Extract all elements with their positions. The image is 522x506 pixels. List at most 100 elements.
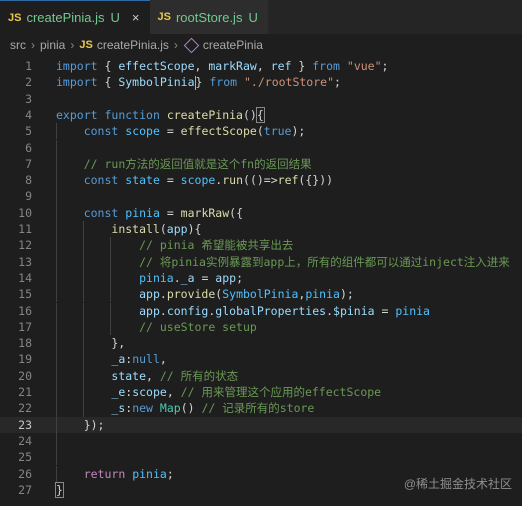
code-token: ()	[180, 401, 202, 416]
code-token: );	[291, 124, 306, 139]
code-token: state	[125, 173, 160, 188]
code-line[interactable]: 19 _a:null,	[0, 351, 522, 368]
code-line[interactable]: 24	[0, 432, 522, 450]
code-line[interactable]: 10 const pinia = markRaw({	[0, 204, 522, 221]
code-line[interactable]: 6	[0, 139, 522, 156]
code-text: _e:scope, // 用来管理这个应用的effectScope	[56, 384, 381, 400]
code-token: run	[222, 173, 244, 188]
code-token: export	[56, 107, 98, 122]
code-line[interactable]: 8 const state = scope.run(()=>ref({}))	[0, 172, 522, 189]
code-token: .	[173, 270, 181, 285]
code-token: pinia	[305, 287, 340, 302]
code-token: app	[166, 222, 188, 236]
breadcrumb-item-src[interactable]: src	[10, 38, 26, 52]
code-line[interactable]: 18 },	[0, 335, 522, 352]
code-text: import { effectScope, markRaw, ref } fro…	[56, 58, 388, 74]
code-text: // pinia 希望能被共享出去	[56, 237, 293, 253]
code-line[interactable]: 25	[0, 449, 522, 466]
code-line[interactable]: 2 import { SymbolPinia} from "./rootStore…	[0, 74, 522, 90]
code-token: effectScope	[180, 124, 257, 139]
code-token: {	[97, 59, 119, 73]
code-line[interactable]: 15 app.provide(SymbolPinia,pinia);	[0, 286, 522, 303]
code-token: ({	[229, 205, 243, 220]
code-token: ref	[277, 173, 299, 188]
line-number: 15	[18, 287, 32, 302]
code-text: // run方法的返回值就是这个fn的返回结果	[56, 156, 312, 172]
code-line[interactable]: 16 app.config.globalProperties.$pinia = …	[0, 302, 522, 319]
code-line[interactable]: 13 // 将pinia实例暴露到app上，所有的组件都可以通过inject注入…	[0, 253, 522, 270]
code-token: from	[312, 59, 340, 73]
code-token: Map	[159, 401, 181, 416]
code-token: "./rootStore"	[244, 75, 335, 90]
code-token: // 记录所有的store	[201, 401, 315, 416]
code-text: // 将pinia实例暴露到app上，所有的组件都可以通过inject注入进来	[56, 254, 510, 270]
code-token: globalProperties	[215, 303, 327, 318]
code-line[interactable]: 1 import { effectScope, markRaw, ref } fr…	[0, 58, 522, 74]
code-token: markRaw	[208, 59, 257, 73]
code-line[interactable]: 12 // pinia 希望能被共享出去	[0, 237, 522, 254]
tab-createpinia[interactable]: JS createPinia.js U ×	[0, 0, 150, 34]
line-number: 5	[25, 124, 32, 139]
breadcrumb-item-file[interactable]: createPinia.js	[97, 38, 169, 52]
code-line[interactable]: 9	[0, 188, 522, 205]
code-token: pinia	[125, 205, 160, 220]
code-token: null	[132, 352, 160, 367]
code-token: ,	[166, 385, 181, 399]
code-token: const	[83, 124, 119, 139]
code-token: (	[159, 222, 167, 236]
line-number: 16	[18, 303, 32, 318]
line-number: 12	[18, 238, 32, 253]
code-text: export function createPinia(){	[56, 106, 265, 123]
code-token: // 用来管理这个应用的effectScope	[180, 385, 382, 399]
code-text: return pinia;	[56, 466, 174, 482]
line-number: 9	[25, 189, 32, 204]
breadcrumb-item-pinia[interactable]: pinia	[40, 38, 65, 52]
code-token: }	[291, 59, 313, 73]
code-line[interactable]: 21 _e:scope, // 用来管理这个应用的effectScope	[0, 384, 522, 401]
tab-label: rootStore.js	[175, 9, 243, 25]
code-line[interactable]: 20 state, // 所有的状态	[0, 367, 522, 384]
line-number: 13	[18, 254, 32, 269]
code-token: scope	[180, 173, 216, 188]
line-number: 22	[18, 401, 32, 416]
code-token: _e	[111, 385, 126, 399]
code-line[interactable]: 5 const scope = effectScope(true);	[0, 123, 522, 140]
code-token: ,	[159, 352, 167, 367]
chevron-right-icon: ›	[31, 38, 35, 52]
code-token: );	[339, 287, 354, 302]
code-token: .	[159, 287, 167, 302]
code-editor[interactable]: 1 import { effectScope, markRaw, ref } fr…	[0, 56, 522, 506]
code-line[interactable]: 22 _s:new Map() // 记录所有的store	[0, 400, 522, 417]
code-token: // 将pinia实例暴露到app上，所有的组件都可以通过inject注入进来	[139, 254, 510, 269]
tab-rootstore[interactable]: JS rootStore.js U	[149, 0, 268, 34]
code-line[interactable]: 14 pinia._a = app;	[0, 269, 522, 287]
code-line[interactable]: 11 install(app){	[0, 221, 522, 238]
function-symbol-icon	[183, 37, 200, 53]
javascript-file-icon: JS	[79, 39, 93, 51]
code-line[interactable]: 17 // useStore setup	[0, 318, 522, 336]
line-number: 11	[18, 222, 32, 236]
code-token: return	[83, 466, 126, 481]
line-number: 25	[18, 450, 32, 465]
untracked-status-badge: U	[110, 10, 120, 25]
code-token: createPinia	[166, 107, 243, 122]
code-line[interactable]: 3	[0, 91, 522, 107]
line-number: 18	[18, 336, 32, 351]
code-line[interactable]: 4 export function createPinia(){	[0, 106, 522, 123]
code-token: _a	[111, 352, 126, 367]
breadcrumb-item-symbol[interactable]: createPinia	[203, 38, 263, 52]
line-number: 2	[25, 75, 32, 90]
code-line[interactable]: 23 });	[0, 416, 522, 433]
code-token: ;	[166, 466, 174, 481]
code-token: // 所有的状态	[159, 368, 239, 383]
line-number: 26	[18, 466, 32, 481]
code-text: },	[56, 335, 125, 351]
close-icon[interactable]: ×	[132, 10, 140, 25]
code-token: SymbolPinia	[222, 287, 299, 302]
code-line[interactable]: 7 // run方法的返回值就是这个fn的返回结果	[0, 155, 522, 173]
